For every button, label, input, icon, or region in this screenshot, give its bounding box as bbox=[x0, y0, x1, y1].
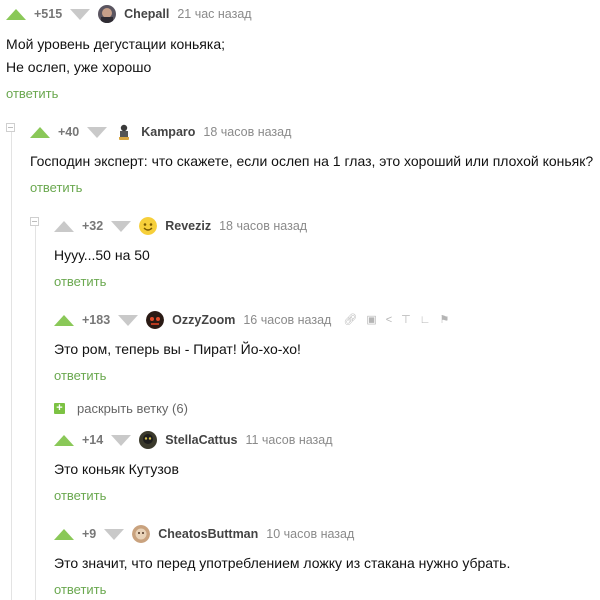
avatar-image bbox=[146, 311, 165, 329]
thread-line-level-1[interactable] bbox=[11, 132, 12, 600]
avatar-image bbox=[115, 123, 134, 141]
comment-header: +14 StellaCattus 11 часов назад bbox=[54, 430, 333, 450]
comment-rating: +32 bbox=[82, 219, 104, 233]
avatar-image bbox=[139, 431, 158, 449]
comment-rating: +9 bbox=[82, 527, 97, 541]
avatar-image bbox=[139, 217, 158, 235]
comment-time[interactable]: 16 часов назад bbox=[243, 313, 331, 327]
comment-text: Мой уровень дегустации коньяка; bbox=[6, 36, 225, 52]
comment-time[interactable]: 18 часов назад bbox=[203, 125, 291, 139]
comment-text: Господин эксперт: что скажете, если осле… bbox=[30, 153, 594, 169]
comment-username[interactable]: Reveziz bbox=[165, 219, 211, 233]
comment-rating: +40 bbox=[58, 125, 80, 139]
downvote-button[interactable] bbox=[111, 220, 132, 232]
upvote-button[interactable] bbox=[54, 220, 74, 232]
upvote-button[interactable] bbox=[30, 126, 50, 138]
plus-icon: + bbox=[54, 403, 65, 414]
avatar[interactable] bbox=[146, 311, 165, 329]
reply-link[interactable]: ответить bbox=[6, 86, 58, 101]
report-flag-icon[interactable]: ⚑ bbox=[440, 314, 450, 326]
collapse-toggle[interactable] bbox=[30, 217, 39, 226]
downvote-button[interactable] bbox=[70, 8, 91, 20]
comment-text: Не ослеп, уже хорошо bbox=[6, 59, 152, 75]
upvote-button[interactable] bbox=[6, 8, 26, 20]
comment-username[interactable]: Kamparo bbox=[141, 125, 195, 139]
comment-username[interactable]: CheatosButtman bbox=[158, 527, 258, 541]
downvote-button[interactable] bbox=[104, 528, 125, 540]
flag-small-icon[interactable]: ∟ bbox=[420, 314, 431, 326]
comment-header: +515 Chepall 21 час назад bbox=[6, 4, 252, 24]
reply-link[interactable]: ответить bbox=[30, 180, 82, 195]
avatar-image bbox=[132, 525, 151, 543]
comment-username[interactable]: Chepall bbox=[124, 7, 169, 21]
avatar[interactable] bbox=[139, 431, 158, 449]
avatar[interactable] bbox=[139, 217, 158, 235]
reply-link[interactable]: ответить bbox=[54, 274, 106, 289]
comment-username[interactable]: StellaCattus bbox=[165, 433, 237, 447]
downvote-button[interactable] bbox=[111, 434, 132, 446]
downvote-button[interactable] bbox=[87, 126, 108, 138]
thread-line-level-2[interactable] bbox=[35, 226, 36, 600]
upvote-button[interactable] bbox=[54, 528, 74, 540]
comment-header: +9 CheatosButtman 10 часов назад bbox=[54, 524, 354, 544]
comment-rating: +515 bbox=[34, 7, 63, 21]
comment-text: Это ром, теперь вы - Пират! Йо-хо-хо! bbox=[54, 341, 301, 357]
comment-text: Это значит, что перед употреблением ложк… bbox=[54, 555, 511, 571]
comment-time[interactable]: 10 часов назад bbox=[266, 527, 354, 541]
comment-header: +40 Kamparo 18 часов назад bbox=[30, 122, 291, 142]
link-icon[interactable]: 🔗︎ bbox=[343, 314, 357, 326]
expand-branch-label: раскрыть ветку (6) bbox=[77, 401, 188, 416]
collapse-toggle[interactable] bbox=[6, 123, 15, 132]
save-icon[interactable]: ▣ bbox=[366, 314, 376, 326]
comment-rating: +14 bbox=[82, 433, 104, 447]
upvote-button[interactable] bbox=[54, 434, 74, 446]
comment-time[interactable]: 11 часов назад bbox=[245, 433, 332, 447]
avatar[interactable] bbox=[115, 123, 134, 141]
comment-header: +183 OzzyZoom 16 часов назад 🔗︎ ▣ < ⊤ ∟ … bbox=[54, 310, 458, 330]
comment-username[interactable]: OzzyZoom bbox=[172, 313, 235, 327]
reply-link[interactable]: ответить bbox=[54, 582, 106, 597]
comment-rating: +183 bbox=[82, 313, 111, 327]
comment-text: Нууу...50 на 50 bbox=[54, 247, 150, 263]
comment-tools: 🔗︎ ▣ < ⊤ ∟ ⚑ bbox=[343, 314, 458, 326]
comment-time[interactable]: 21 час назад bbox=[177, 7, 251, 21]
downvote-button[interactable] bbox=[118, 314, 139, 326]
reply-link[interactable]: ответить bbox=[54, 368, 106, 383]
comment-header: +32 Reveziz 18 часов назад bbox=[54, 216, 307, 236]
avatar[interactable] bbox=[132, 525, 151, 543]
expand-branch-button[interactable]: + раскрыть ветку (6) bbox=[54, 401, 188, 416]
comment-time[interactable]: 18 часов назад bbox=[219, 219, 307, 233]
reply-link[interactable]: ответить bbox=[54, 488, 106, 503]
upvote-button[interactable] bbox=[54, 314, 74, 326]
share-icon[interactable]: < bbox=[386, 314, 392, 326]
pin-icon[interactable]: ⊤ bbox=[401, 314, 411, 326]
avatar-image bbox=[98, 5, 117, 23]
avatar[interactable] bbox=[98, 5, 117, 23]
comment-text: Это коньяк Кутузов bbox=[54, 461, 179, 477]
